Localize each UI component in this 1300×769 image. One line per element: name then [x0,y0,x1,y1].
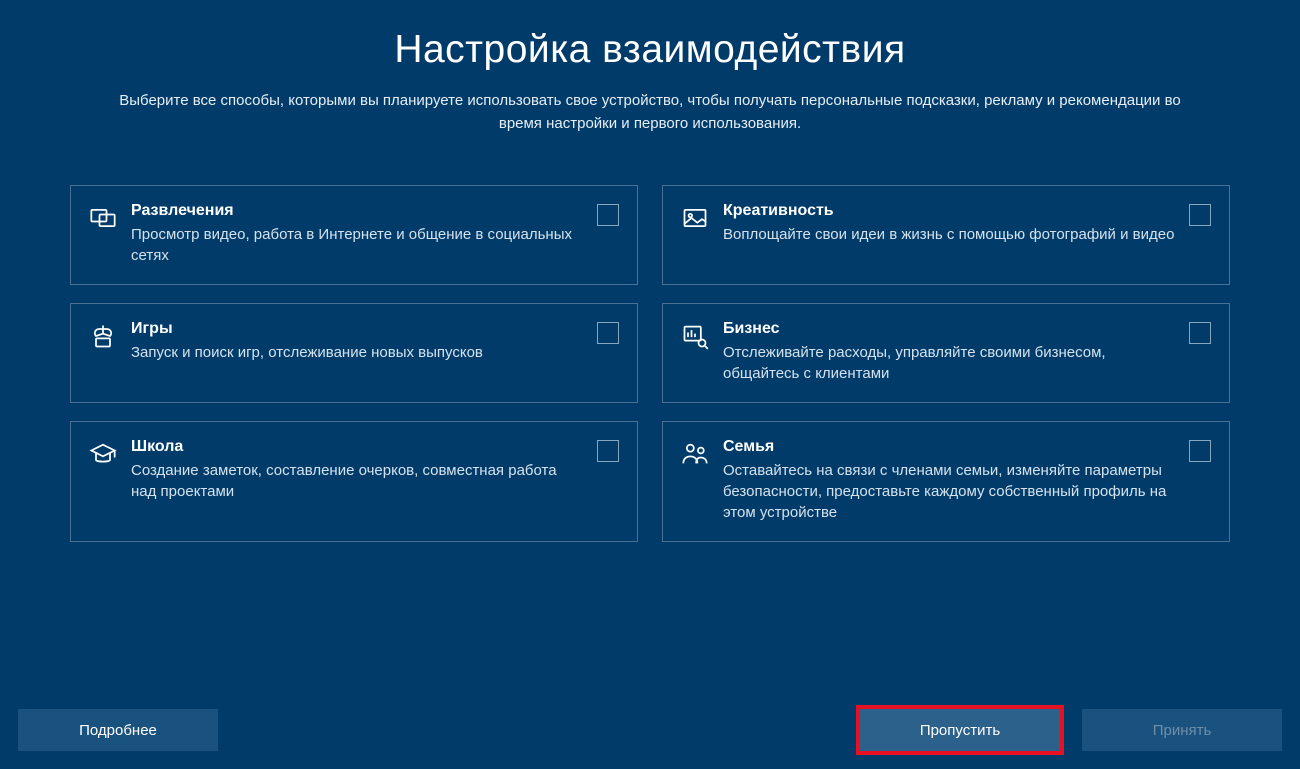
school-icon [89,440,117,468]
option-title: Креативность [723,202,1175,220]
creativity-icon [681,204,709,232]
more-button[interactable]: Подробнее [18,709,218,751]
entertainment-icon [89,204,117,232]
checkbox[interactable] [597,322,619,344]
business-icon [681,322,709,350]
option-business[interactable]: Бизнес Отслеживайте расходы, управляйте … [662,303,1230,403]
option-desc: Оставайтесь на связи с членами семьи, из… [723,460,1175,523]
option-entertainment[interactable]: Развлечения Просмотр видео, работа в Инт… [70,185,638,285]
gaming-icon [89,322,117,350]
option-gaming[interactable]: Игры Запуск и поиск игр, отслеживание но… [70,303,638,403]
option-desc: Просмотр видео, работа в Интернете и общ… [131,224,583,266]
family-icon [681,440,709,468]
option-creativity[interactable]: Креативность Воплощайте свои идеи в жизн… [662,185,1230,285]
checkbox[interactable] [1189,204,1211,226]
checkbox[interactable] [1189,440,1211,462]
option-desc: Воплощайте свои идеи в жизнь с помощью ф… [723,224,1175,245]
checkbox[interactable] [597,440,619,462]
accept-button[interactable]: Принять [1082,709,1282,751]
option-desc: Создание заметок, составление очерков, с… [131,460,583,502]
checkbox[interactable] [1189,322,1211,344]
option-desc: Отслеживайте расходы, управляйте своими … [723,342,1175,384]
checkbox[interactable] [597,204,619,226]
option-title: Школа [131,438,583,456]
options-grid: Развлечения Просмотр видео, работа в Инт… [0,145,1300,709]
page-title: Настройка взаимодействия [60,28,1240,72]
skip-button[interactable]: Пропустить [860,709,1060,751]
option-title: Игры [131,320,583,338]
page-subtitle: Выберите все способы, которыми вы планир… [100,90,1200,135]
option-title: Бизнес [723,320,1175,338]
option-school[interactable]: Школа Создание заметок, составление очер… [70,421,638,542]
option-family[interactable]: Семья Оставайтесь на связи с членами сем… [662,421,1230,542]
option-title: Семья [723,438,1175,456]
option-desc: Запуск и поиск игр, отслеживание новых в… [131,342,583,363]
option-title: Развлечения [131,202,583,220]
